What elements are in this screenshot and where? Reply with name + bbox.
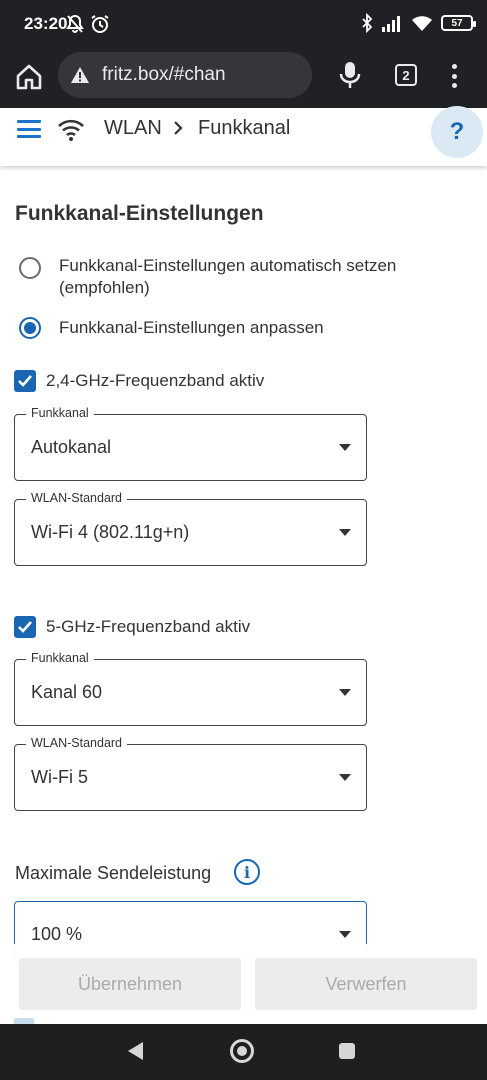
dropdown-arrow-icon (339, 931, 351, 938)
clock: 23:20 (24, 14, 68, 33)
app-header: WLAN Funkkanal ? (0, 106, 487, 166)
hamburger-menu-icon[interactable] (17, 120, 41, 138)
power-value: 100 % (31, 924, 83, 944)
battery-level: 57 (451, 17, 463, 29)
band24-channel-select[interactable]: Funkkanal Autokanal (14, 406, 367, 481)
info-icon[interactable]: i (234, 859, 260, 885)
signal-icon (382, 16, 400, 32)
back-icon[interactable] (128, 1042, 143, 1060)
power-label: Maximale Sendeleistung (15, 863, 212, 883)
home-icon[interactable] (14, 62, 44, 92)
radio-auto-label[interactable]: Funkkanal-Einstellungen automatisch setz… (59, 255, 459, 299)
breadcrumb-wlan[interactable]: WLAN (104, 117, 162, 140)
status-right-icons: 57 (361, 13, 476, 33)
radio-auto[interactable] (19, 257, 41, 279)
status-left-icons (66, 14, 110, 34)
radio-custom-label[interactable]: Funkkanal-Einstellungen anpassen (59, 317, 459, 339)
address-bar[interactable]: fritz.box/#chan (58, 52, 312, 98)
band24-channel-label: Funkkanal (26, 406, 94, 420)
band24-checkbox[interactable] (14, 370, 36, 392)
bluetooth-icon (362, 13, 373, 33)
partial-checkbox (14, 1018, 34, 1024)
band5-channel-label: Funkkanal (26, 651, 94, 665)
band24-standard-value: Wi-Fi 4 (802.11g+n) (31, 522, 190, 542)
microphone-icon[interactable] (336, 60, 364, 90)
discard-button[interactable]: Verwerfen (255, 958, 477, 1010)
band5-channel-select[interactable]: Funkkanal Kanal 60 (14, 651, 367, 726)
dropdown-arrow-icon (339, 529, 351, 536)
page-title: Funkkanal-Einstellungen (15, 202, 264, 225)
help-button[interactable]: ? (431, 106, 483, 158)
band5-channel-value: Kanal 60 (31, 682, 103, 702)
band5-checkbox[interactable] (14, 616, 36, 638)
mute-icon (66, 14, 84, 34)
band5-standard-value: Wi-Fi 5 (31, 767, 88, 787)
help-label: ? (449, 118, 465, 145)
band24-label[interactable]: 2,4-GHz-Frequenzband aktiv (46, 371, 264, 391)
battery-icon: 57 (441, 15, 476, 31)
action-bar: Übernehmen Verwerfen (0, 944, 487, 1024)
tab-count: 2 (402, 67, 410, 83)
band24-standard-select[interactable]: WLAN-Standard Wi-Fi 4 (802.11g+n) (14, 491, 367, 566)
browser-toolbar: fritz.box/#chan 2 (0, 50, 487, 108)
chevron-right-icon (174, 121, 183, 135)
radio-custom[interactable] (19, 317, 41, 339)
dropdown-arrow-icon (339, 444, 351, 451)
warning-icon[interactable] (70, 66, 90, 84)
system-nav-bar (0, 1024, 487, 1080)
recents-icon[interactable] (339, 1043, 355, 1059)
tabs-icon[interactable]: 2 (395, 64, 417, 86)
status-bar: 23:20 57 (0, 0, 487, 50)
band5-label[interactable]: 5-GHz-Frequenzband aktiv (46, 617, 250, 637)
url-text[interactable]: fritz.box/#chan (102, 64, 226, 86)
wifi-icon (412, 16, 432, 31)
more-vert-icon[interactable] (444, 62, 464, 90)
band5-standard-label: WLAN-Standard (26, 736, 128, 750)
dropdown-arrow-icon (339, 689, 351, 696)
alarm-icon (91, 15, 109, 33)
checkmark-icon (18, 621, 32, 633)
home-circle-icon[interactable] (230, 1039, 254, 1063)
band24-channel-value: Autokanal (31, 437, 112, 457)
main-content: Funkkanal-Einstellungen Funkkanal-Einste… (0, 166, 487, 960)
breadcrumb-funkkanal: Funkkanal (198, 117, 291, 139)
band5-standard-select[interactable]: WLAN-Standard Wi-Fi 5 (14, 736, 367, 811)
checkmark-icon (18, 375, 32, 387)
wifi-icon (58, 119, 84, 141)
band24-standard-label: WLAN-Standard (26, 491, 128, 505)
dropdown-arrow-icon (339, 774, 351, 781)
apply-button[interactable]: Übernehmen (19, 958, 241, 1010)
